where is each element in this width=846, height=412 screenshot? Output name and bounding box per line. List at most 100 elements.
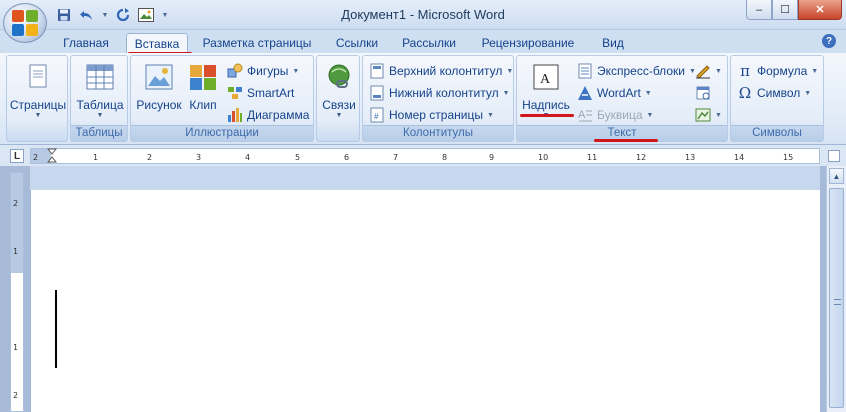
document-page[interactable] [30,190,820,412]
links-button[interactable]: Связи ▼ [319,62,359,120]
globe-link-icon [328,64,350,88]
dropcap-button[interactable]: A Буквица ▼ [577,106,653,124]
links-label: Связи [322,98,356,112]
close-button[interactable]: ✕ [798,0,842,20]
ribbon: Страницы ▼ Таблица ▼ Таблицы Рисунок Кли… [0,53,846,145]
pages-button[interactable]: Страницы ▼ [10,62,66,120]
tab-page-layout[interactable]: Разметка страницы [197,33,317,53]
dropcap-label: Буквица [597,108,643,122]
ribbon-tabs: Главная Вставка Разметка страницы Ссылки… [0,30,846,53]
footer-button[interactable]: Нижний колонтитул ▼ [369,84,510,102]
word-window: ▼ ▼ Документ1 - Microsoft Word – ☐ ✕ Гла [0,0,846,412]
shapes-button[interactable]: Фигуры ▼ [227,62,299,80]
scroll-up-icon[interactable]: ▲ [829,168,844,184]
chart-icon [228,108,242,122]
chevron-down-icon: ▼ [506,67,514,75]
header-button[interactable]: Верхний колонтитул ▼ [369,62,513,80]
dropcap-icon: A [578,109,592,122]
table-button[interactable]: Таблица ▼ [73,62,127,120]
pi-icon: π [740,62,750,80]
svg-text:A: A [540,72,551,87]
ruler-tick: 12 [636,153,647,162]
document-area: 2 1 1 2 ▲ [0,166,846,412]
text-cursor [55,290,57,368]
date-time-icon [696,86,710,100]
shapes-icon [227,63,243,78]
chevron-down-icon: ▼ [811,67,819,75]
smartart-button[interactable]: SmartArt [227,84,294,102]
wordart-label: WordArt [597,86,641,100]
chevron-down-icon: ▼ [335,112,343,119]
equation-button[interactable]: π Формула ▼ [737,62,818,80]
vruler-tick: 1 [13,343,19,352]
vruler-tick: 2 [13,199,19,208]
quick-parts-label: Экспресс-блоки [597,64,685,78]
wordart-icon [578,86,592,100]
office-button[interactable] [3,3,47,43]
picture-button[interactable]: Рисунок [135,62,183,112]
indent-marker-icon[interactable] [47,148,57,164]
footer-label: Нижний колонтитул [389,86,499,100]
smartart-icon [228,87,242,99]
annotation-underline-textbox [520,114,574,117]
tab-selector[interactable]: L [10,149,24,163]
group-pages: Страницы ▼ [6,55,68,142]
table-icon [86,64,114,90]
symbol-button[interactable]: Ω Символ ▼ [737,84,811,102]
header-icon [370,63,384,79]
ruler-tick: 11 [587,153,598,162]
quick-parts-icon [578,63,592,79]
group-links: Связи ▼ [316,55,360,142]
chevron-down-icon: ▼ [715,111,722,119]
tab-mailings[interactable]: Рассылки [397,33,461,53]
tab-review[interactable]: Рецензирование [475,33,581,53]
minimize-button[interactable]: – [746,0,772,20]
chart-label: Диаграмма [247,108,310,122]
svg-text:A: A [578,109,586,121]
wordart-button[interactable]: WordArt ▼ [577,84,652,102]
window-controls: – ☐ ✕ [746,0,842,20]
footer-icon [370,85,384,101]
ruler-tick: 15 [783,153,794,162]
tab-references[interactable]: Ссылки [329,33,385,53]
scroll-thumb[interactable] [829,188,844,408]
header-label: Верхний колонтитул [389,64,503,78]
tab-insert[interactable]: Вставка [126,33,188,53]
object-button[interactable]: ▼ [695,106,722,124]
annotation-underline-text-group [594,139,658,142]
signature-line-button[interactable]: ▼ [695,62,722,80]
page-number-button[interactable]: # Номер страницы ▼ [369,106,494,124]
group-label-symbols: Символы [731,125,823,141]
vruler-tick: 2 [13,391,19,400]
clip-art-icon [190,65,216,90]
help-icon[interactable]: ? [822,34,836,48]
smartart-label: SmartArt [247,86,295,100]
clip-button[interactable]: Клип [183,62,223,112]
ruler-tick: 14 [734,153,745,162]
maximize-button[interactable]: ☐ [772,0,798,20]
view-ruler-icon[interactable] [828,150,840,162]
symbol-label: Символ [757,86,801,100]
signature-line-icon [696,65,710,79]
omega-icon: Ω [738,84,752,102]
quick-parts-button[interactable]: Экспресс-блоки ▼ [577,62,696,80]
vertical-scrollbar[interactable]: ▲ [826,166,846,412]
chevron-down-icon: ▼ [804,89,812,97]
textbox-icon: A [533,64,559,90]
textbox-button[interactable]: A Надпись ▼ [519,62,573,120]
chart-button[interactable]: Диаграмма [227,106,309,124]
picture-icon [145,64,173,90]
date-time-button[interactable] [695,84,711,102]
vruler-tick: 1 [13,247,19,256]
page-number-label: Номер страницы [389,108,483,122]
ruler-tick: 4 [245,153,251,162]
group-tables: Таблица ▼ Таблицы [70,55,128,142]
office-logo-icon [12,10,38,36]
ruler-tick: 13 [685,153,696,162]
tab-view[interactable]: Вид [593,33,633,53]
horizontal-ruler[interactable]: 2 1 2 3 4 5 6 7 8 9 10 11 12 13 14 15 [30,148,820,164]
page-margin-top [30,166,820,190]
chevron-down-icon: ▼ [502,89,510,97]
vertical-ruler[interactable]: 2 1 1 2 [10,172,24,412]
tab-home[interactable]: Главная [56,33,116,53]
